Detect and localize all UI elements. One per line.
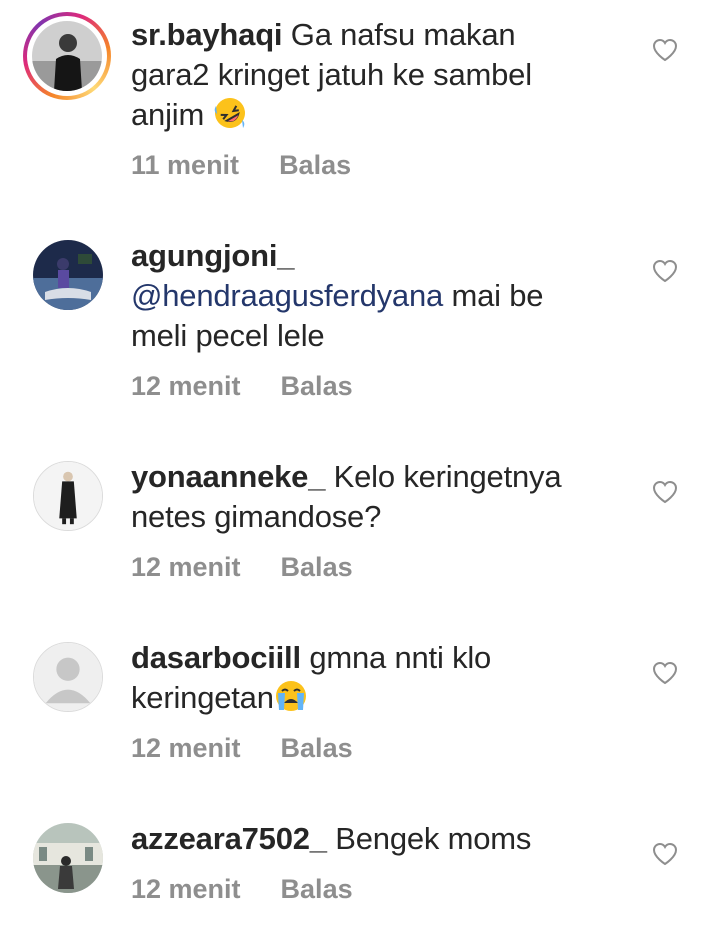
reply-button[interactable]: Balas [281,874,353,904]
heart-icon[interactable] [652,842,678,866]
comment-meta: 11 menit Balas [131,150,351,181]
username[interactable]: yonaanneke_ [131,459,325,494]
reply-button[interactable]: Balas [279,150,351,180]
heart-icon[interactable] [652,38,678,62]
comment-line: mai be [451,278,544,313]
comment-meta: 12 menit Balas [131,552,353,583]
mention-link[interactable]: @hendraagusferdyana [131,278,443,313]
timestamp: 12 menit [131,874,241,904]
rolling-laughing-emoji-icon [213,96,247,130]
comment-line: Bengek moms [335,821,532,856]
comment-line: meli pecel lele [131,318,325,353]
timestamp: 12 menit [131,552,241,582]
comment-text: dasarbociill gmna nnti klo keringetan [131,638,611,718]
comment-line: anjim [131,97,205,132]
comment-line: gara2 kringet jatuh ke sambel [131,57,532,92]
avatar[interactable] [33,461,103,531]
timestamp: 12 menit [131,733,241,763]
timestamp: 11 menit [131,150,240,180]
username[interactable]: sr.bayhaqi [131,17,283,52]
avatar[interactable] [33,240,103,310]
comment-line: Kelo keringetnya [333,459,562,494]
comment-text: sr.bayhaqi Ga nafsu makan gara2 kringet … [131,15,611,135]
heart-icon[interactable] [652,480,678,504]
reply-button[interactable]: Balas [281,371,353,401]
avatar[interactable] [33,642,103,712]
story-ring[interactable] [23,12,111,100]
comment-meta: 12 menit Balas [131,874,353,905]
reply-button[interactable]: Balas [281,733,353,763]
comment-line: Ga nafsu makan [290,17,516,52]
avatar[interactable] [33,823,103,893]
comment-meta: 12 menit Balas [131,733,353,764]
crying-face-emoji-icon [274,679,308,713]
comment-line: netes gimandose? [131,499,382,534]
timestamp: 12 menit [131,371,241,401]
comment-line: keringetan [131,680,274,715]
avatar[interactable] [32,21,102,91]
username[interactable]: agungjoni_ [131,238,295,273]
comment-text: yonaanneke_ Kelo keringetnya netes giman… [131,457,611,537]
username[interactable]: dasarbociill [131,640,301,675]
heart-icon[interactable] [652,259,678,283]
heart-icon[interactable] [652,661,678,685]
comment-text: azzeara7502_ Bengek moms [131,819,611,859]
username[interactable]: azzeara7502_ [131,821,327,856]
comment-meta: 12 menit Balas [131,371,353,402]
comment-line: gmna nnti klo [309,640,492,675]
comment-text: agungjoni_ @hendraagusferdyana mai be me… [131,236,611,356]
reply-button[interactable]: Balas [281,552,353,582]
